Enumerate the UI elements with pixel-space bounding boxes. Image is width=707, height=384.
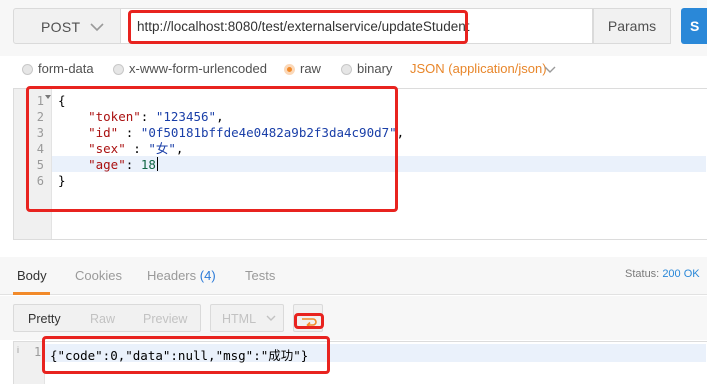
- radio-label-binary: binary: [357, 61, 393, 76]
- response-json: {"code":0,"data":null,"msg":"成功"}: [50, 348, 309, 363]
- method-label: POST: [41, 19, 81, 35]
- response-tabs: Body Cookies Headers (4) Tests Status: 2…: [0, 257, 707, 295]
- radio-form-data[interactable]: [22, 64, 33, 75]
- method-select[interactable]: POST: [13, 8, 121, 44]
- language-label: HTML: [222, 312, 257, 326]
- chevron-down-icon: [544, 66, 556, 73]
- format-segmented-control: Pretty Raw Preview: [13, 304, 201, 332]
- chevron-down-icon: [90, 23, 104, 32]
- params-button[interactable]: Params: [593, 8, 671, 44]
- url-input[interactable]: http://localhost:8080/test/externalservi…: [121, 8, 593, 44]
- editor-gutter: 1 2 3 4 5 6: [14, 89, 52, 239]
- tab-cookies[interactable]: Cookies: [75, 268, 122, 283]
- tab-headers[interactable]: Headers (4): [147, 268, 216, 283]
- line-number: 6: [36, 174, 44, 188]
- response-format-bar: Pretty Raw Preview HTML: [0, 296, 707, 340]
- line-number: 4: [36, 142, 44, 156]
- radio-label-urlencoded: x-www-form-urlencoded: [129, 61, 267, 76]
- request-bar: POST http://localhost:8080/test/external…: [0, 0, 707, 56]
- line-number: 2: [36, 110, 44, 124]
- text-cursor: [156, 157, 158, 171]
- code-line: }: [58, 173, 66, 188]
- info-marker-icon: i: [17, 345, 19, 355]
- format-raw[interactable]: Raw: [90, 312, 115, 326]
- response-body[interactable]: i 1 {"code":0,"data":null,"msg":"成功"}: [13, 341, 707, 384]
- url-text: http://localhost:8080/test/externalservi…: [137, 19, 470, 34]
- radio-label-raw: raw: [300, 61, 321, 76]
- content-type-select[interactable]: JSON (application/json): [410, 61, 547, 76]
- status-value: 200 OK: [662, 268, 700, 280]
- body-type-selector: form-data x-www-form-urlencoded raw bina…: [0, 57, 707, 83]
- active-tab-indicator: [13, 292, 50, 295]
- code-line: "age": 18: [88, 157, 158, 172]
- send-button[interactable]: S: [681, 8, 707, 44]
- status-indicator: Status: 200 OK: [625, 268, 700, 280]
- code-line: {: [58, 93, 66, 108]
- line-number: 1: [36, 94, 44, 108]
- wrap-lines-icon: [302, 313, 317, 326]
- radio-raw[interactable]: [284, 64, 295, 75]
- radio-urlencoded[interactable]: [113, 64, 124, 75]
- line-number: 1: [34, 345, 42, 359]
- tab-tests[interactable]: Tests: [245, 268, 275, 283]
- chevron-down-icon: [266, 315, 276, 321]
- code-line: "sex" : "女",: [88, 141, 184, 156]
- tab-body[interactable]: Body: [17, 268, 47, 283]
- code-line: "id" : "0f50181bffde4e0482a9b2f3da4c90d7…: [88, 125, 405, 140]
- format-pretty[interactable]: Pretty: [28, 312, 61, 326]
- format-preview[interactable]: Preview: [143, 312, 187, 326]
- code-line: "token": "123456",: [88, 109, 224, 124]
- request-body-editor[interactable]: 1 2 3 4 5 6 { "token": "123456", "id" : …: [13, 88, 707, 240]
- line-number: 3: [36, 126, 44, 140]
- fold-arrow-icon[interactable]: [45, 94, 51, 100]
- language-select[interactable]: HTML: [210, 304, 284, 332]
- line-number: 5: [36, 158, 44, 172]
- wrap-lines-button[interactable]: [293, 304, 323, 332]
- headers-count: (4): [199, 268, 216, 283]
- radio-binary[interactable]: [341, 64, 352, 75]
- radio-label-form-data: form-data: [38, 61, 94, 76]
